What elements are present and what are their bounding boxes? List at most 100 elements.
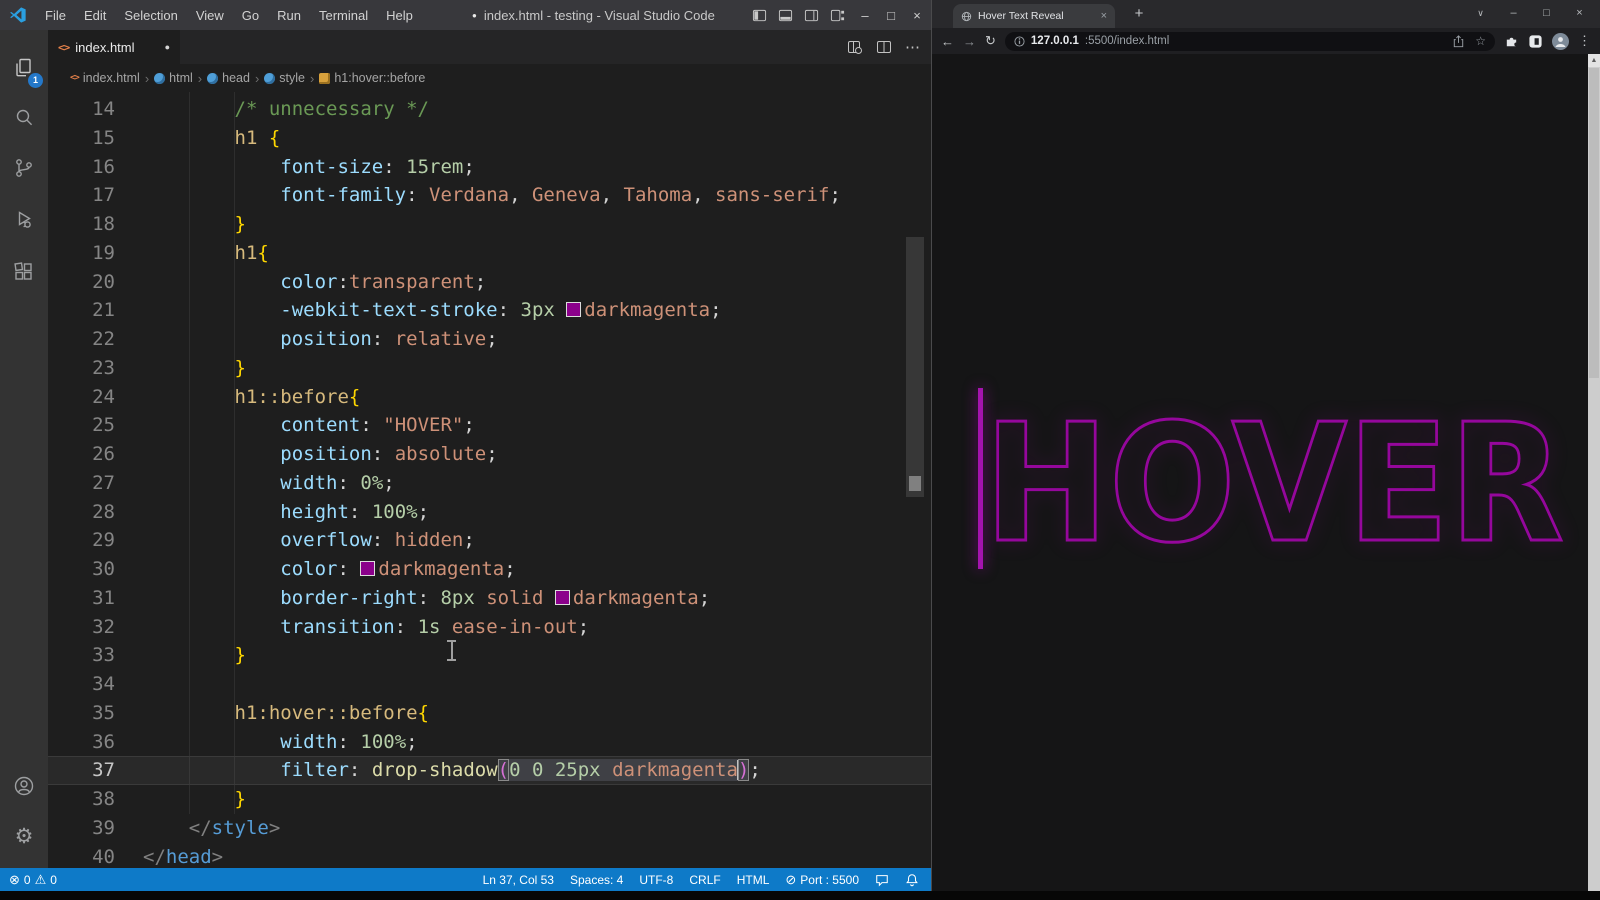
code-line[interactable]: 36 width: 100%;	[48, 728, 931, 757]
close-button[interactable]: ×	[904, 8, 930, 23]
explorer-icon[interactable]: 1	[0, 44, 48, 92]
breadcrumb-head[interactable]: head	[207, 71, 250, 85]
code-line[interactable]: 35 h1:hover::before{	[48, 699, 931, 728]
warning-icon: ⚠	[35, 872, 47, 888]
profile-avatar[interactable]	[1552, 33, 1569, 50]
code-line[interactable]: 17 font-family: Verdana, Geneva, Tahoma,…	[48, 181, 931, 210]
code-line[interactable]: 32 transition: 1s ease-in-out;	[48, 613, 931, 642]
code-line[interactable]: 26 position: absolute;	[48, 440, 931, 469]
code-line[interactable]: 30 color: darkmagenta;	[48, 555, 931, 584]
browser-maximize-button[interactable]: □	[1530, 7, 1563, 19]
menu-terminal[interactable]: Terminal	[310, 8, 377, 23]
breadcrumb-html[interactable]: html	[154, 71, 193, 85]
favicon-globe-icon	[961, 11, 972, 22]
menu-go[interactable]: Go	[233, 8, 268, 23]
status-spaces-4[interactable]: Spaces: 4	[570, 873, 623, 887]
menu-help[interactable]: Help	[377, 8, 422, 23]
browser-tab[interactable]: Hover Text Reveal ×	[953, 4, 1115, 28]
code-line[interactable]: 37 filter: drop-shadow(0 0 25px darkmage…	[48, 756, 931, 785]
code-line[interactable]: 28 height: 100%;	[48, 498, 931, 527]
forward-icon[interactable]: →	[963, 34, 976, 49]
code-line[interactable]: 24 h1::before{	[48, 383, 931, 412]
browser-minimize-button[interactable]: –	[1497, 7, 1530, 19]
code-line[interactable]: 40</head>	[48, 843, 931, 869]
code-editor[interactable]: 14 /* unnecessary */15 h1 {16 font-size:…	[0, 92, 931, 868]
unsaved-dot-icon[interactable]: ●	[165, 42, 170, 52]
new-tab-button[interactable]: +	[1128, 3, 1150, 25]
browser-toolbar: ← → ↻ 127.0.0.1:5500/index.html ☆	[932, 28, 1600, 54]
maximize-button[interactable]: □	[878, 8, 904, 23]
breadcrumb-index-html[interactable]: index.html	[70, 71, 140, 85]
browser-menu-dots-icon[interactable]: ⋮	[1578, 33, 1591, 49]
code-line[interactable]: 15 h1 {	[48, 124, 931, 153]
minimize-button[interactable]: –	[852, 8, 878, 23]
line-number: 32	[48, 613, 115, 642]
browser-viewport: HOVER ▲	[932, 54, 1600, 891]
code-line[interactable]: 21 -webkit-text-stroke: 3px darkmagenta;	[48, 296, 931, 325]
menu-run[interactable]: Run	[268, 8, 310, 23]
feedback-icon[interactable]	[875, 873, 889, 887]
share-icon[interactable]	[1451, 34, 1466, 49]
hover-heading[interactable]: HOVER	[932, 54, 1600, 891]
problems-status[interactable]: ⊗ 0 ⚠ 0	[9, 872, 57, 888]
toggle-panel-icon[interactable]	[778, 8, 793, 23]
hover-outline-text[interactable]: HOVER	[984, 390, 1564, 579]
toggle-secondary-sidebar-icon[interactable]	[804, 8, 819, 23]
code-line[interactable]: 25 content: "HOVER";	[48, 411, 931, 440]
split-editor-icon[interactable]	[876, 39, 892, 55]
code-line[interactable]: 39 </style>	[48, 814, 931, 843]
extensions-puzzle-icon[interactable]	[1504, 34, 1519, 49]
live-server-port-status[interactable]: ⊘ Port : 5500	[785, 872, 859, 888]
code-line[interactable]: 31 border-right: 8px solid darkmagenta;	[48, 584, 931, 613]
code-line[interactable]: 27 width: 0%;	[48, 469, 931, 498]
code-text: </style>	[143, 814, 280, 843]
code-text: width: 100%;	[143, 728, 418, 757]
browser-menu-chevron-icon[interactable]: ∨	[1464, 8, 1497, 19]
code-line[interactable]: 33 }	[48, 641, 931, 670]
reload-icon[interactable]: ↻	[985, 33, 996, 49]
status-crlf[interactable]: CRLF	[689, 873, 720, 887]
code-text: position: relative;	[143, 325, 498, 354]
code-line[interactable]: 19 h1{	[48, 239, 931, 268]
symbol-icon	[154, 73, 165, 84]
menu-selection[interactable]: Selection	[115, 8, 186, 23]
code-line[interactable]: 18 }	[48, 210, 931, 239]
menu-view[interactable]: View	[187, 8, 233, 23]
tab-close-icon[interactable]: ×	[1101, 10, 1107, 22]
status-html[interactable]: HTML	[737, 873, 770, 887]
editor-scrollbar[interactable]	[906, 237, 924, 497]
line-number: 18	[48, 210, 115, 239]
url-bar[interactable]: 127.0.0.1:5500/index.html ☆	[1005, 32, 1495, 51]
code-line[interactable]: 23 }	[48, 354, 931, 383]
notifications-bell-icon[interactable]	[905, 873, 919, 887]
back-icon[interactable]: ←	[941, 34, 954, 49]
status-ln-37-col-53[interactable]: Ln 37, Col 53	[483, 873, 554, 887]
customize-layout-icon[interactable]	[830, 8, 845, 23]
scroll-up-icon[interactable]: ▲	[1588, 54, 1600, 67]
code-line[interactable]: 14 /* unnecessary */	[48, 95, 931, 124]
more-actions-icon[interactable]: ⋯	[905, 38, 921, 56]
menu-edit[interactable]: Edit	[75, 8, 115, 23]
status-utf-8[interactable]: UTF-8	[639, 873, 673, 887]
open-preview-icon[interactable]	[847, 39, 863, 55]
code-line[interactable]: 20 color:transparent;	[48, 268, 931, 297]
html-file-icon: <>	[58, 41, 69, 54]
code-line[interactable]: 38 }	[48, 785, 931, 814]
breadcrumb-h1-hover-before[interactable]: h1:hover::before	[319, 71, 425, 85]
code-text: -webkit-text-stroke: 3px darkmagenta;	[143, 296, 722, 325]
line-number: 38	[48, 785, 115, 814]
breadcrumb-style[interactable]: style	[264, 71, 305, 85]
pinned-extension-icon[interactable]	[1528, 34, 1543, 49]
code-line[interactable]: 22 position: relative;	[48, 325, 931, 354]
site-info-icon[interactable]	[1014, 36, 1025, 47]
code-line[interactable]: 29 overflow: hidden;	[48, 526, 931, 555]
page-scrollbar-thumb[interactable]	[1589, 68, 1599, 378]
code-line[interactable]: 34	[48, 670, 931, 699]
menu-file[interactable]: File	[36, 8, 75, 23]
page-scrollbar[interactable]: ▲	[1588, 54, 1600, 891]
toggle-sidebar-icon[interactable]	[752, 8, 767, 23]
browser-close-button[interactable]: ×	[1563, 7, 1596, 19]
bookmark-star-icon[interactable]: ☆	[1475, 34, 1486, 48]
code-line[interactable]: 16 font-size: 15rem;	[48, 153, 931, 182]
tab-index-html[interactable]: <> index.html ●	[48, 30, 180, 64]
